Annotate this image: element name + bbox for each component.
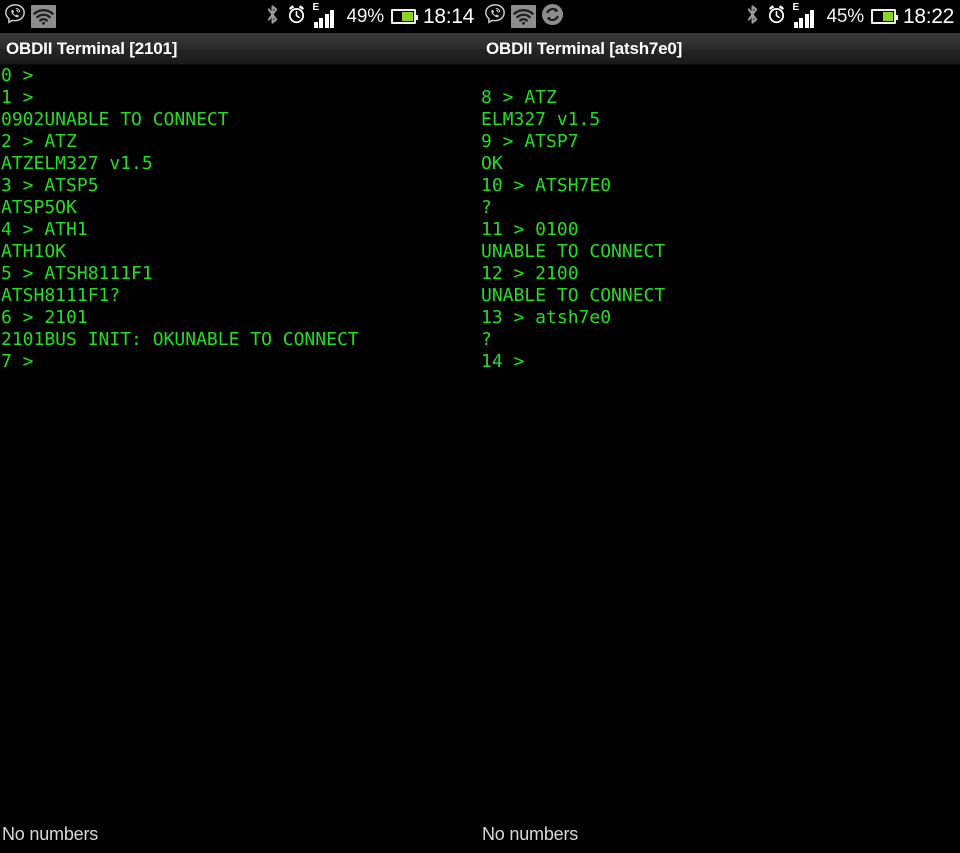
signal-bar-3 [804,13,809,28]
sync-icon [541,3,564,31]
app-title: OBDII Terminal [atsh7e0] [486,38,683,58]
bottom-status-bar-right: No numbers [480,815,960,853]
wifi-icon [31,5,56,28]
terminal-line: 5 > ATSH8111F1 [1,263,153,284]
terminal-line: 14 > [481,351,525,372]
terminal-line: 12 > 2100 [481,263,579,284]
signal-bar-1 [313,21,318,28]
terminal-line: 9 > ATSP7 [481,131,579,152]
terminal-line: UNABLE TO CONNECT [481,241,666,262]
signal-bar-1 [793,21,798,28]
status-system-icons-right: E 45% 18:22 [746,1,954,30]
terminal-output-left[interactable]: 0 >1 >0902UNABLE TO CONNECT 2 > ATZ ATZELM… [0,65,480,813]
terminal-line: 2 > ATZ [1,131,77,152]
terminal-line: 0902UNABLE TO CONNECT [1,109,229,130]
edge-signal-icon: E [312,1,340,28]
terminal-line: ATZELM327 v1.5 [1,153,153,174]
terminal-line: ATSP5OK [1,197,77,218]
edge-signal-icon: E [792,1,820,28]
terminal-line: UNABLE TO CONNECT [481,285,666,306]
signal-bar-4 [810,9,814,28]
terminal-line: 7 > [1,351,34,372]
terminal-line: 10 > ATSH7E0 [481,175,612,196]
app-title: OBDII Terminal [2101] [6,38,178,58]
panel-right: E 45% 18:22 OBDII Terminal [atsh7e0] 8 >… [480,0,960,853]
signal-bar-2 [799,17,803,28]
signal-bar-3 [324,13,329,28]
status-clock: 18:22 [902,5,954,28]
alarm-clock-icon [286,4,307,30]
terminal-line: OK [481,153,503,174]
composite-screenshot: E 49% 18:14 OBDII Terminal [2101] 0 >1 >… [0,0,960,853]
terminal-line: ELM327 v1.5 [481,109,601,130]
terminal-output-right[interactable]: 8 > ATZ ELM327 v1.5 9 > ATSP7 OK 10 > ATSH7E… [480,65,960,813]
terminal-line: 2101BUS INIT: OKUNABLE TO CONNECT [1,329,359,350]
panel-left: E 49% 18:14 OBDII Terminal [2101] 0 >1 >… [0,0,480,853]
terminal-line: ATH1OK [1,241,67,262]
bluetooth-icon [746,4,759,30]
bottom-status-bar-left: No numbers [0,815,480,853]
status-notification-icons-right [484,3,564,31]
terminal-line: ? [481,329,492,350]
terminal-line: 1 > [1,87,34,108]
battery-percent-label: 49% [346,6,385,27]
app-title-bar-right: OBDII Terminal [atsh7e0] [480,33,960,65]
terminal-line: ATSH8111F1? [1,285,121,306]
battery-fill [401,12,413,21]
battery-icon [870,9,898,24]
network-type-label: E [312,1,320,13]
android-status-bar-right: E 45% 18:22 [480,0,960,33]
terminal-line: 4 > ATH1 [1,219,88,240]
alarm-clock-icon [766,4,787,30]
app-title-bar-left: OBDII Terminal [2101] [0,33,480,65]
viber-icon [4,3,26,31]
network-type-label: E [792,1,800,13]
battery-percent-label: 45% [826,6,865,27]
terminal-line: 3 > ATSP5 [1,175,99,196]
terminal-line: 0 > [1,65,34,86]
status-system-icons-left: E 49% 18:14 [266,1,474,30]
bluetooth-icon [266,4,279,30]
status-clock: 18:14 [422,5,474,28]
signal-bar-4 [330,9,334,28]
battery-fill [882,12,893,21]
terminal-line: 8 > ATZ [481,87,557,108]
android-status-bar-left: E 49% 18:14 [0,0,480,33]
signal-bar-2 [319,17,323,28]
bottom-status-text: No numbers [482,823,579,844]
viber-icon [484,3,506,31]
terminal-line: 13 > atsh7e0 [481,307,612,328]
terminal-line: ? [481,197,492,218]
terminal-line: 11 > 0100 [481,219,579,240]
battery-icon [390,9,418,24]
wifi-icon [511,5,536,28]
terminal-line: 6 > 2101 [1,307,88,328]
bottom-status-text: No numbers [2,823,99,844]
status-notification-icons-left [4,3,56,31]
